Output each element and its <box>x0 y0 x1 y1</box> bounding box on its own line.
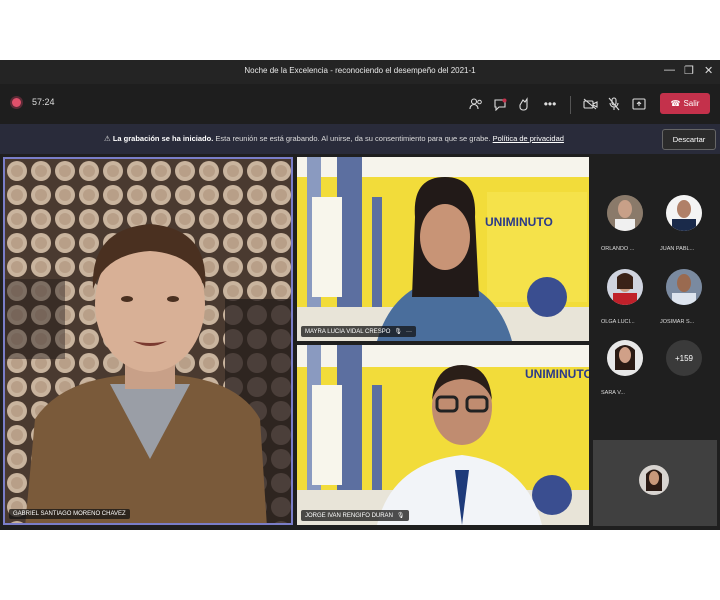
banner-bold-text: La grabación se ha iniciado. <box>112 134 214 143</box>
participant-avatar[interactable] <box>607 195 643 231</box>
participant-avatar[interactable] <box>666 269 702 305</box>
participant-video <box>297 157 589 341</box>
mic-off-icon[interactable] <box>604 94 624 114</box>
window-title: Noche de la Excelencia - reconociendo el… <box>244 66 476 75</box>
leave-label: Salir <box>683 99 700 108</box>
participant-label: JUAN PABL... <box>660 246 695 252</box>
participant-avatar[interactable] <box>666 195 702 231</box>
recording-icon <box>12 98 21 107</box>
mic-off-icon: 🎙 <box>396 513 405 519</box>
close-button[interactable]: ✕ <box>704 64 713 77</box>
toolbar-divider <box>570 96 571 114</box>
more-participants-count[interactable]: +159 <box>666 340 702 376</box>
reactions-icon[interactable] <box>514 94 534 114</box>
phone-hangup-icon: ☎ <box>670 99 681 108</box>
self-avatar <box>639 465 669 495</box>
teams-meeting-window: Noche de la Excelencia - reconociendo el… <box>0 60 720 530</box>
video-tile-jorge[interactable]: UNIMINUTO JORGE IVAN RENGIFO DURAN 🎙 <box>297 345 589 525</box>
meeting-toolbar: 57:24 ••• ☎ Salir <box>0 84 720 124</box>
video-tile-mayra[interactable]: UNIMINUTO MAYRA LUCIA VIDAL CRESPO 🎙 ··· <box>297 157 589 341</box>
participant-name: GABRIEL SANTIAGO MORENO CHAVEZ <box>13 511 126 517</box>
uniminuto-logo: UNIMINUTO <box>485 215 553 229</box>
participant-label: ORLANDO ... <box>601 246 635 252</box>
chat-icon[interactable] <box>490 94 510 114</box>
participant-label: SARA V... <box>601 390 625 396</box>
banner-text: Esta reunión se está grabando. Al unirse… <box>215 134 491 143</box>
restore-button[interactable]: ❐ <box>684 64 694 77</box>
warning-icon: ⚠ <box>104 134 111 143</box>
recording-banner: ⚠ La grabación se ha iniciado. Esta reun… <box>0 124 720 154</box>
share-icon[interactable] <box>629 94 649 114</box>
banner-message: ⚠ La grabación se ha iniciado. Esta reun… <box>104 134 564 143</box>
speaker-video <box>5 159 291 523</box>
meeting-timer: 57:24 <box>32 97 55 107</box>
participant-avatar[interactable] <box>607 340 643 376</box>
participant-label: OLGA LUCI... <box>601 319 635 325</box>
more-icon[interactable]: ••• <box>540 94 560 114</box>
people-icon[interactable] <box>466 94 486 114</box>
minimize-button[interactable]: — <box>664 64 675 76</box>
uniminuto-logo: UNIMINUTO <box>525 367 589 381</box>
participant-name-tag: JORGE IVAN RENGIFO DURAN 🎙 <box>301 510 409 521</box>
participant-name-tag: MAYRA LUCIA VIDAL CRESPO 🎙 ··· <box>301 326 416 337</box>
video-tile-main[interactable]: GABRIEL SANTIAGO MORENO CHAVEZ <box>3 157 293 525</box>
participant-label: JOSIMAR S... <box>660 319 695 325</box>
participant-name: MAYRA LUCIA VIDAL CRESPO <box>305 328 391 335</box>
dismiss-button[interactable]: Descartar <box>662 129 716 150</box>
self-view-tile[interactable] <box>593 440 717 526</box>
more-icon[interactable]: ··· <box>406 329 412 335</box>
leave-button[interactable]: ☎ Salir <box>660 93 710 114</box>
mic-off-icon: 🎙 <box>394 329 402 335</box>
participant-name: JORGE IVAN RENGIFO DURAN <box>305 512 393 519</box>
privacy-policy-link[interactable]: Política de privacidad <box>493 134 564 143</box>
participant-avatar[interactable] <box>607 269 643 305</box>
camera-off-icon[interactable] <box>580 94 600 114</box>
title-bar: Noche de la Excelencia - reconociendo el… <box>0 60 720 84</box>
participant-name-tag: GABRIEL SANTIAGO MORENO CHAVEZ <box>9 509 130 519</box>
